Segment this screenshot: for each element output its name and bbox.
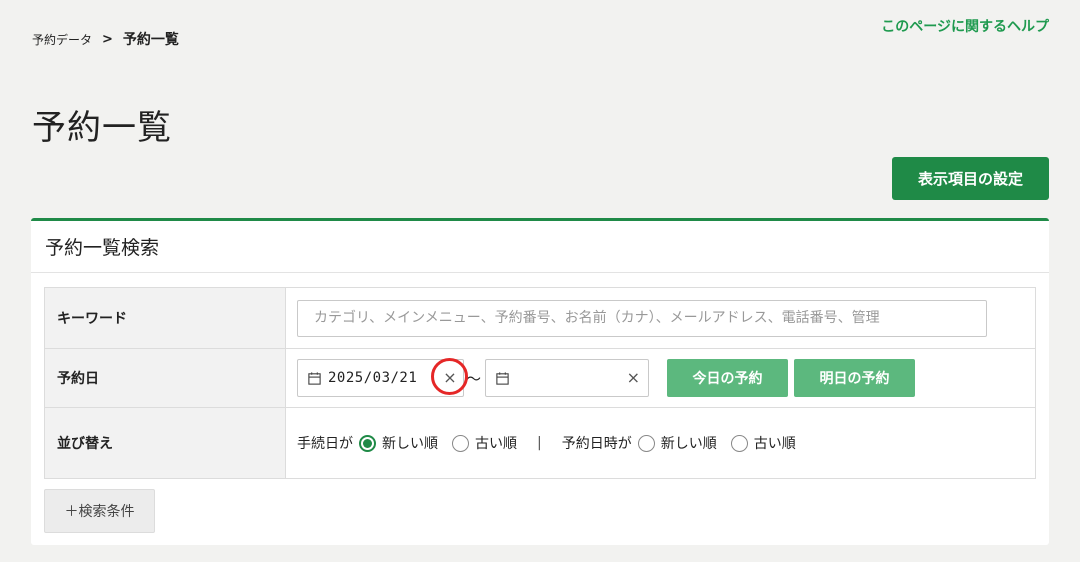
breadcrumb-separator: > <box>102 31 113 47</box>
radio-label: 古い順 <box>475 436 517 452</box>
date-from-clear-icon[interactable]: × <box>441 370 459 386</box>
procedure-date-sort-label: 手続日が <box>297 436 353 452</box>
calendar-icon <box>496 371 509 385</box>
radio-label: 古い順 <box>753 436 796 452</box>
search-panel: 予約一覧検索 キーワード 予約日 2025 <box>31 218 1049 545</box>
today-reservations-button[interactable]: 今日の予約 <box>667 359 789 397</box>
calendar-icon <box>308 371 321 385</box>
reservation-newest-radio[interactable]: 新しい順 <box>637 433 717 453</box>
procedure-newest-radio[interactable]: 新しい順 <box>359 433 438 453</box>
keyword-label: キーワード <box>44 287 286 349</box>
date-from-field[interactable]: 2025/03/21 × <box>297 358 468 397</box>
date-from-value: 2025/03/21 <box>328 370 418 386</box>
date-to-clear-icon[interactable]: × <box>627 370 640 386</box>
search-panel-title: 予約一覧検索 <box>31 221 1049 273</box>
tomorrow-reservations-button[interactable]: 明日の予約 <box>794 359 916 397</box>
sort-cell: 手続日が 新しい順 古い順 | 予約日時が 新しい順 古い順 <box>285 407 1036 479</box>
radio-unchecked-icon <box>637 434 655 452</box>
search-form-table: キーワード 予約日 2025/03/21 × <box>44 287 1036 479</box>
add-search-condition-button[interactable]: ＋検索条件 <box>44 489 155 533</box>
keyword-input[interactable] <box>297 299 987 337</box>
procedure-oldest-radio[interactable]: 古い順 <box>452 433 517 453</box>
reservation-oldest-radio[interactable]: 古い順 <box>730 433 796 453</box>
keyword-cell <box>285 287 1036 349</box>
breadcrumb: 予約データ > 予約一覧 <box>32 29 179 49</box>
breadcrumb-parent-link[interactable]: 予約データ <box>32 31 92 48</box>
page-title: 予約一覧 <box>32 108 172 148</box>
reservation-date-row: 予約日 2025/03/21 × 〜 × 今日の予約 明日の予約 <box>44 348 1036 408</box>
keyword-row: キーワード <box>44 287 1036 349</box>
breadcrumb-current: 予約一覧 <box>122 32 179 48</box>
sort-label: 並び替え <box>44 407 286 479</box>
reservation-date-cell: 2025/03/21 × 〜 × 今日の予約 明日の予約 <box>285 348 1036 408</box>
help-link[interactable]: このページに関するヘルプ <box>881 16 1049 36</box>
reservation-date-label: 予約日 <box>44 348 286 408</box>
radio-label: 新しい順 <box>660 436 717 452</box>
sort-row: 並び替え 手続日が 新しい順 古い順 | 予約日時が 新しい順 古い順 <box>44 407 1036 479</box>
sort-separator: | <box>537 435 542 451</box>
date-range-tilde: 〜 <box>466 369 482 388</box>
radio-label: 新しい順 <box>382 436 438 452</box>
display-settings-button[interactable]: 表示項目の設定 <box>892 157 1049 200</box>
radio-checked-icon <box>359 434 376 452</box>
radio-unchecked-icon <box>452 434 469 452</box>
radio-unchecked-icon <box>730 434 748 452</box>
reservation-datetime-sort-label: 予約日時が <box>561 436 632 452</box>
date-to-field[interactable]: × <box>485 359 650 397</box>
